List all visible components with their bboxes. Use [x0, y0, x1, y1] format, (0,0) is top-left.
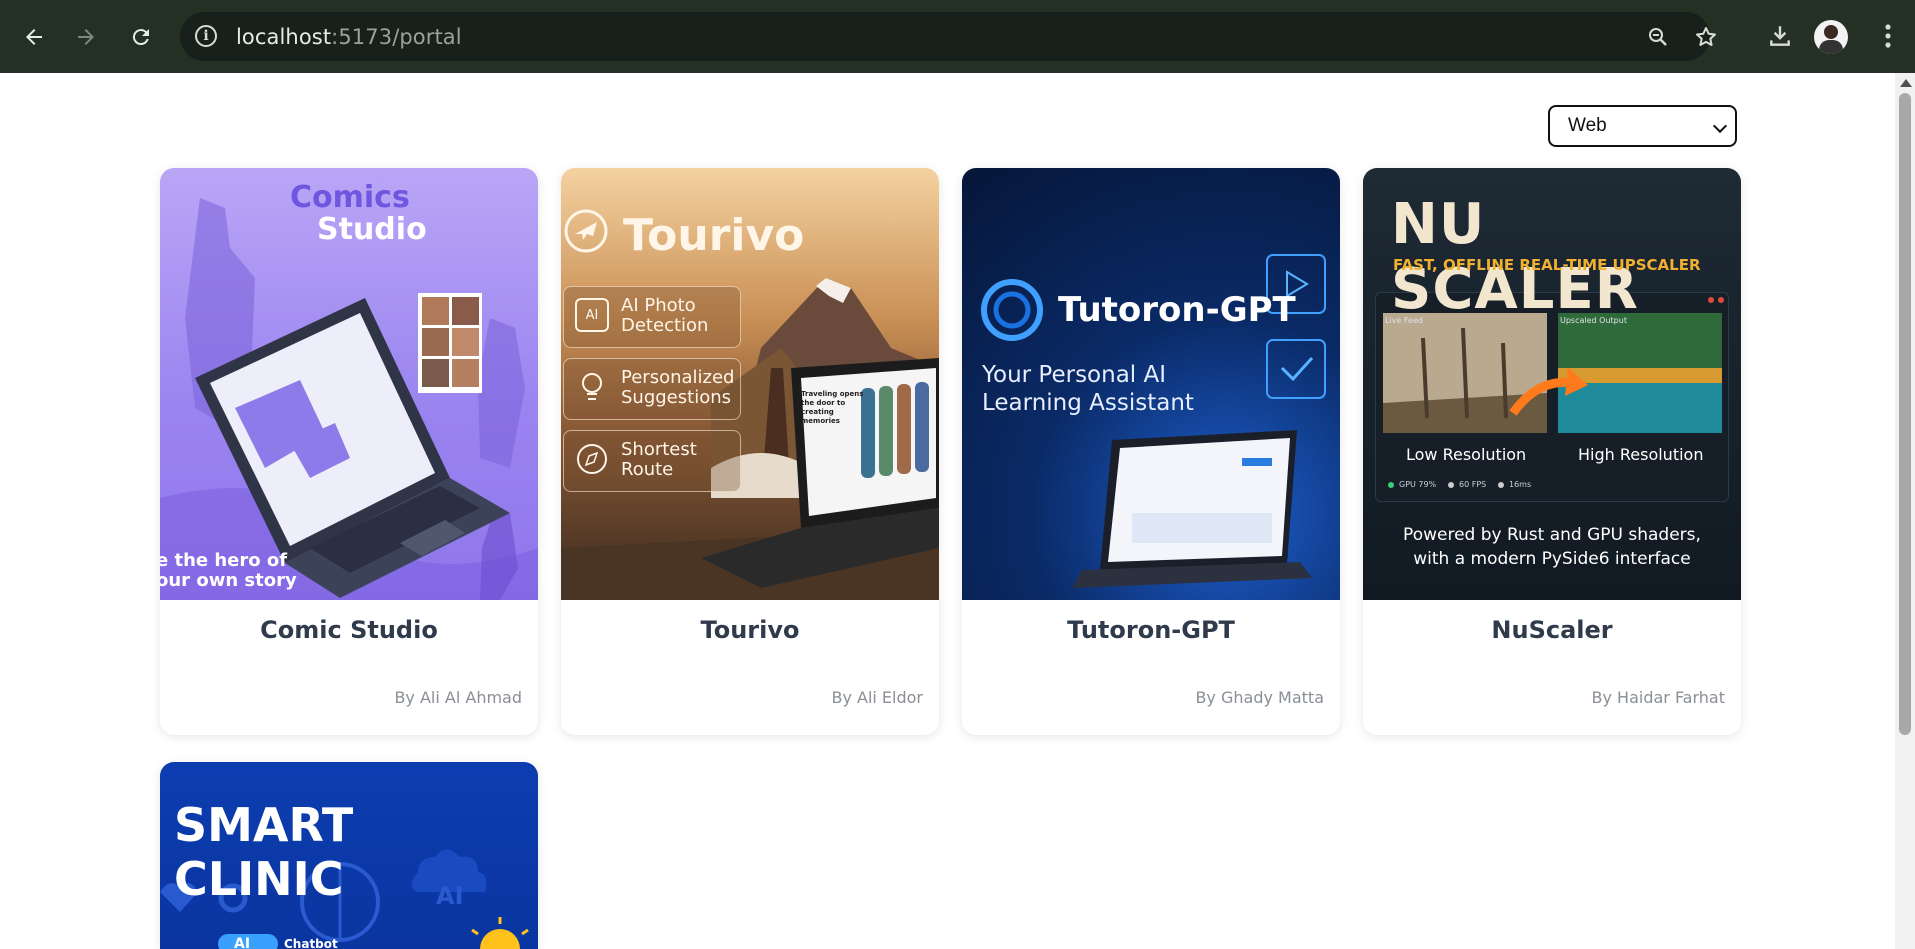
kebab-menu-icon[interactable]	[1868, 16, 1908, 56]
thumbnail-subtitle: Learning Assistant	[982, 390, 1194, 416]
project-card-tourivo[interactable]: Tourivo AI Photo Detection Personalized …	[561, 168, 939, 735]
thumbnail-footer: with a modern PySide6 interface	[1413, 549, 1691, 569]
project-thumbnail: SMART CLINIC AI AI Chatbot	[160, 762, 538, 949]
zoom-icon[interactable]	[1645, 24, 1671, 50]
star-icon[interactable]	[1693, 24, 1719, 50]
info-icon[interactable]: i	[195, 25, 217, 47]
compass-icon	[575, 442, 609, 476]
thumbnail-chatbot-label: Chatbot	[284, 937, 338, 949]
camera-icon: AI	[575, 298, 609, 332]
project-author: By Ali Eldor	[831, 688, 923, 707]
project-title[interactable]: NuScaler	[1363, 616, 1741, 644]
back-arrow-icon[interactable]	[12, 15, 56, 59]
page-scrollbar[interactable]	[1895, 73, 1915, 949]
reload-icon[interactable]	[119, 15, 163, 59]
thumbnail-feature: AI Photo Detection	[621, 295, 709, 336]
project-thumbnail: Tourivo AI Photo Detection Personalized …	[561, 168, 939, 600]
profile-avatar[interactable]	[1814, 20, 1848, 54]
scroll-thumb[interactable]	[1899, 93, 1911, 735]
project-thumbnail: Tutoron-GPT Your Personal AI Learning As…	[962, 168, 1340, 600]
forward-arrow-icon[interactable]	[64, 15, 108, 59]
scroll-up-arrow-icon[interactable]	[1900, 79, 1912, 87]
thumbnail-heading: Studio	[317, 212, 427, 247]
project-card-nuscaler[interactable]: NU SCALER FAST, OFFLINE REAL-TIME UPSCAL…	[1363, 168, 1741, 735]
thumbnail-ai-badge: AI	[436, 882, 464, 910]
thumbnail-feature: Personalized Suggestions	[621, 367, 735, 408]
thumbnail-tagline: e the hero of	[160, 550, 288, 571]
project-thumbnail: NU SCALER FAST, OFFLINE REAL-TIME UPSCAL…	[1363, 168, 1741, 600]
chevron-down-icon	[1712, 118, 1728, 134]
download-icon[interactable]	[1760, 16, 1800, 56]
thumbnail-heading: Tourivo	[623, 210, 805, 261]
thumbnail-label: Upscaled Output	[1560, 316, 1627, 325]
lightbulb-icon	[577, 370, 607, 404]
thumbnail-subheading: FAST, OFFLINE REAL-TIME UPSCALER	[1393, 256, 1701, 274]
project-author: By Ghady Matta	[1195, 688, 1324, 707]
thumbnail-screen-text: Traveling opens the door to creating mem…	[801, 390, 864, 425]
project-card-comic-studio[interactable]: Comics Studio e the hero of our own stor…	[160, 168, 538, 735]
thumbnail-footer: Powered by Rust and GPU shaders,	[1403, 525, 1701, 545]
thumbnail-label: Low Resolution	[1406, 445, 1527, 464]
address-bar[interactable]: i localhost:5173/portal	[180, 12, 1716, 61]
thumbnail-heading: SMART CLINIC	[174, 798, 354, 906]
thumbnail-subtitle: Your Personal AI	[982, 362, 1167, 388]
project-card-smart-clinic[interactable]: SMART CLINIC AI AI Chatbot	[160, 762, 538, 949]
thumbnail-chatbot-ai: AI	[234, 936, 251, 949]
thumbnail-heading: Comics	[290, 180, 410, 215]
project-author: By Ali Al Ahmad	[394, 688, 522, 707]
project-thumbnail: Comics Studio e the hero of our own stor…	[160, 168, 538, 600]
thumbnail-tagline: our own story	[160, 570, 297, 591]
thumbnail-label: High Resolution	[1578, 445, 1704, 464]
url-text: localhost:5173/portal	[236, 25, 462, 49]
browser-toolbar: i localhost:5173/portal	[0, 0, 1915, 73]
thumbnail-stat: 16ms	[1509, 480, 1532, 489]
project-title[interactable]: Comic Studio	[160, 616, 538, 644]
thumbnail-stat: 60 FPS	[1459, 480, 1487, 489]
project-title[interactable]: Tourivo	[561, 616, 939, 644]
thumbnail-feature: Shortest Route	[621, 439, 697, 480]
platform-filter-value: Web	[1568, 115, 1607, 136]
thumbnail-label: Live Feed	[1385, 316, 1423, 325]
project-card-tutoron-gpt[interactable]: Tutoron-GPT Your Personal AI Learning As…	[962, 168, 1340, 735]
project-title[interactable]: Tutoron-GPT	[962, 616, 1340, 644]
project-author: By Haidar Farhat	[1591, 688, 1726, 707]
thumbnail-heading: Tutoron-GPT	[1058, 290, 1296, 330]
thumbnail-stat: GPU 79%	[1399, 480, 1437, 489]
platform-filter-select[interactable]: Web	[1548, 105, 1737, 147]
